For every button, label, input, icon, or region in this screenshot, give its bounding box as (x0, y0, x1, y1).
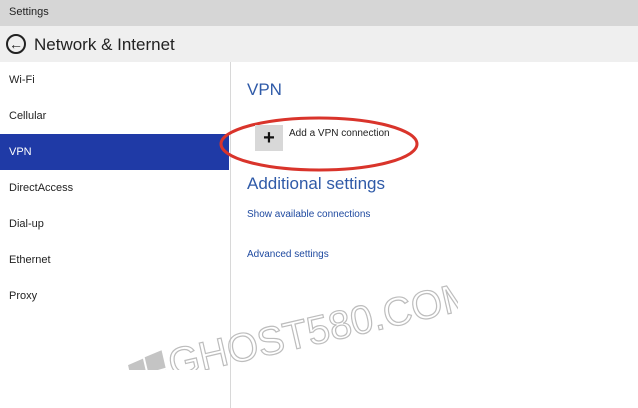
show-available-connections-link[interactable]: Show available connections (247, 209, 370, 220)
sidebar-item-vpn[interactable]: VPN (0, 134, 229, 170)
sidebar-item-wifi[interactable]: Wi-Fi (0, 62, 229, 98)
sidebar-item-dialup[interactable]: Dial-up (0, 206, 229, 242)
add-vpn-connection-button[interactable]: + Add a VPN connection (255, 125, 390, 151)
page-header: ← Network & Internet (0, 26, 638, 62)
back-arrow-icon[interactable]: ← (6, 34, 26, 54)
add-vpn-label: Add a VPN connection (289, 127, 390, 139)
plus-icon: + (255, 125, 283, 151)
sidebar: Wi-Fi Cellular VPN DirectAccess Dial-up … (0, 62, 231, 408)
sidebar-item-ethernet[interactable]: Ethernet (0, 242, 229, 278)
additional-settings-title: Additional settings (247, 174, 385, 193)
sidebar-item-cellular[interactable]: Cellular (0, 98, 229, 134)
sidebar-item-directaccess[interactable]: DirectAccess (0, 170, 229, 206)
title-bar: Settings (0, 0, 638, 26)
window-title: Settings (9, 6, 49, 18)
sidebar-item-proxy[interactable]: Proxy (0, 278, 229, 314)
main-content: VPN + Add a VPN connection Additional se… (219, 62, 638, 408)
vpn-section-title: VPN (247, 80, 282, 99)
page-title: Network & Internet (34, 35, 175, 54)
advanced-settings-link[interactable]: Advanced settings (247, 249, 329, 260)
